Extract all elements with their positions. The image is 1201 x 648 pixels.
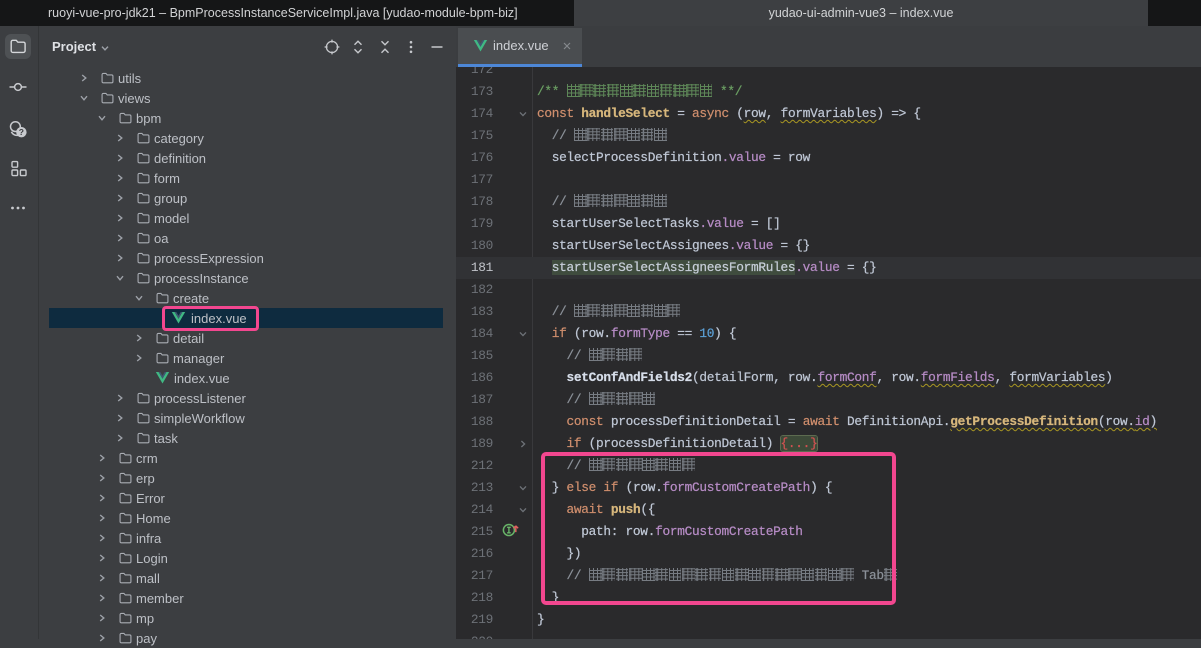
svg-text:?: ? bbox=[19, 127, 24, 137]
